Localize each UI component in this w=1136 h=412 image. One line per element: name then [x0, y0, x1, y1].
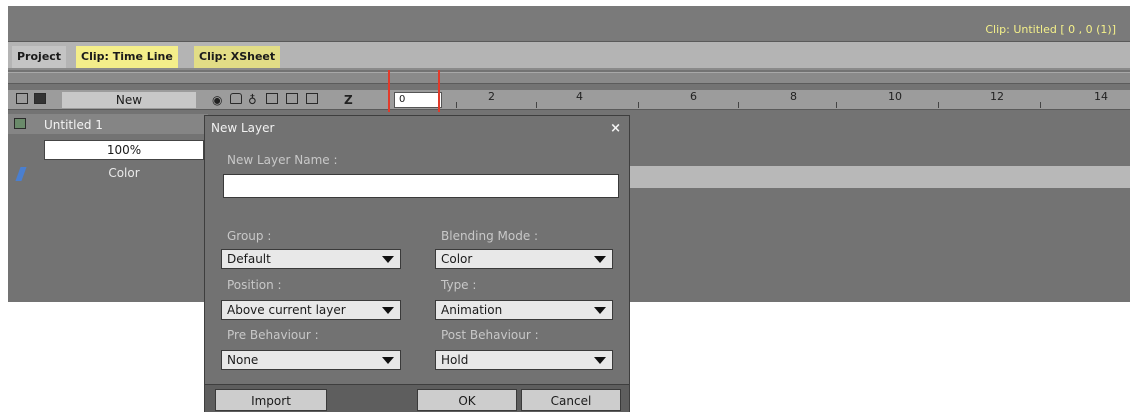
- tab-clip-timeline[interactable]: Clip: Time Line: [76, 46, 178, 68]
- layer-track-bar[interactable]: [628, 166, 1130, 188]
- camstand-icon[interactable]: [286, 93, 298, 104]
- tab-bar: Project Clip: Time Line Clip: XSheet: [8, 42, 1130, 70]
- post-behaviour-select[interactable]: Hold: [435, 350, 613, 370]
- ruler-tick-label: 10: [888, 90, 902, 103]
- frame-cursor-left[interactable]: [388, 70, 390, 112]
- ruler-minor-tick: [738, 102, 739, 108]
- post-behaviour-value: Hold: [441, 353, 469, 367]
- new-layer-dialog: New Layer × New Layer Name : Group : Def…: [204, 115, 630, 412]
- chevron-down-icon: [382, 357, 394, 364]
- lightbulb-icon[interactable]: ♁: [248, 94, 257, 106]
- thumbnail-icon[interactable]: [306, 93, 318, 104]
- pre-behaviour-select[interactable]: None: [221, 350, 401, 370]
- blending-mode-value: Color: [441, 252, 473, 266]
- group-select[interactable]: Default: [221, 249, 401, 269]
- clip-title: Clip: Untitled [ 0 , 0 (1)]: [985, 23, 1116, 36]
- pre-behaviour-value: None: [227, 353, 259, 367]
- preview-icon[interactable]: [266, 93, 278, 104]
- ruler-minor-tick: [536, 102, 537, 108]
- layer-thumbnail-icon: [14, 118, 26, 129]
- blending-mode-label: Blending Mode :: [441, 229, 539, 243]
- timeline-toolbar: New ◉ ♁ Z 0 2 4 6 8 10 12 14: [8, 90, 1130, 110]
- position-select[interactable]: Above current layer: [221, 300, 401, 320]
- title-bar: Clip: Untitled [ 0 , 0 (1)]: [8, 6, 1130, 42]
- ruler-tick-label: 2: [488, 90, 495, 103]
- ruler-tick-label: 6: [690, 90, 697, 103]
- opacity-field[interactable]: 100%: [44, 140, 204, 160]
- ruler-tick-label: 4: [576, 90, 583, 103]
- frame-cursor-right[interactable]: [438, 70, 440, 112]
- chevron-down-icon: [594, 256, 606, 263]
- layer-header-row[interactable]: [8, 114, 208, 134]
- layer-blend-select[interactable]: Color: [44, 163, 204, 183]
- chevron-down-icon: [382, 307, 394, 314]
- dialog-title: New Layer: [211, 121, 275, 135]
- position-label: Position :: [227, 278, 282, 292]
- ruler-minor-tick: [1040, 102, 1041, 108]
- chevron-down-icon: [594, 357, 606, 364]
- ruler-tick-label: 14: [1094, 90, 1108, 103]
- type-label: Type :: [441, 278, 477, 292]
- folder-icon[interactable]: [16, 93, 28, 104]
- chevron-down-icon: [594, 307, 606, 314]
- type-value: Animation: [441, 303, 503, 317]
- ruler-minor-tick: [638, 102, 639, 108]
- ruler-tick-label: 8: [790, 90, 797, 103]
- layer-name[interactable]: Untitled 1: [44, 118, 103, 132]
- layer-name-label: New Layer Name :: [227, 153, 338, 167]
- close-icon[interactable]: ×: [610, 121, 621, 136]
- camera-icon[interactable]: [34, 93, 46, 104]
- group-value: Default: [227, 252, 271, 266]
- tab-project[interactable]: Project: [12, 46, 67, 68]
- layer-name-input[interactable]: [223, 174, 619, 198]
- chevron-down-icon: [382, 256, 394, 263]
- tab-clip-xsheet[interactable]: Clip: XSheet: [194, 46, 281, 68]
- ruler-tick-label: 12: [990, 90, 1004, 103]
- group-label: Group :: [227, 229, 272, 243]
- blending-mode-select[interactable]: Color: [435, 249, 613, 269]
- import-button[interactable]: Import: [215, 389, 327, 411]
- z-order-label: Z: [344, 93, 353, 107]
- new-layer-button[interactable]: New: [62, 92, 196, 108]
- cancel-button[interactable]: Cancel: [521, 389, 621, 411]
- dialog-footer: Import OK Cancel: [205, 384, 629, 412]
- lock-icon[interactable]: [230, 93, 242, 104]
- panel-divider: [8, 72, 1130, 84]
- frame-field[interactable]: 0: [394, 92, 442, 108]
- ruler-minor-tick: [456, 102, 457, 108]
- eye-icon[interactable]: ◉: [212, 94, 222, 106]
- pre-behaviour-label: Pre Behaviour :: [227, 328, 319, 342]
- post-behaviour-label: Post Behaviour :: [441, 328, 539, 342]
- type-select[interactable]: Animation: [435, 300, 613, 320]
- ok-button[interactable]: OK: [417, 389, 517, 411]
- position-value: Above current layer: [227, 303, 346, 317]
- ruler-minor-tick: [938, 102, 939, 108]
- ruler-minor-tick: [836, 102, 837, 108]
